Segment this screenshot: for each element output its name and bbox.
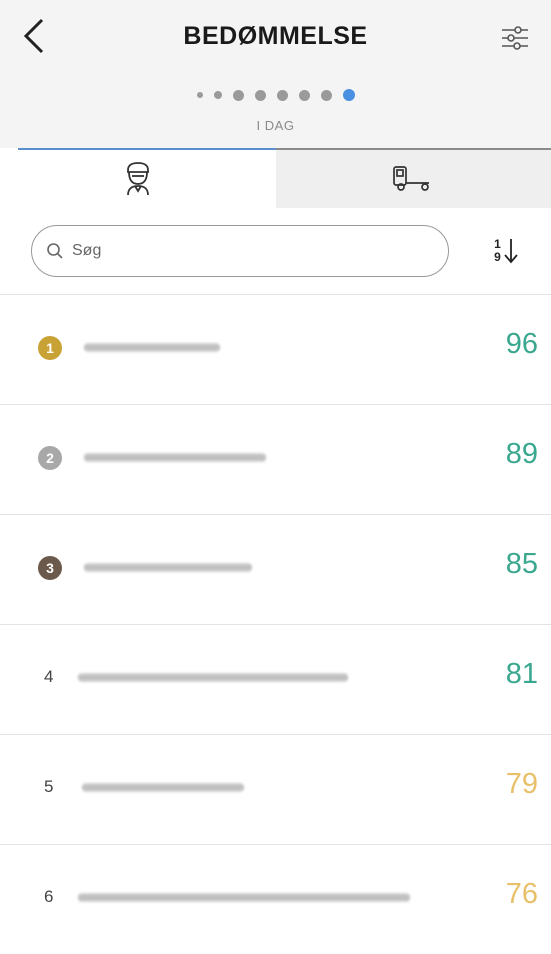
ranking-row[interactable]: 4 81 <box>0 624 551 734</box>
driver-name-redacted <box>84 453 266 462</box>
driver-score: 85 <box>506 548 538 581</box>
arrow-down-icon <box>503 237 519 265</box>
driver-score: 81 <box>506 658 538 691</box>
pager-dot[interactable] <box>197 92 203 98</box>
ranking-row[interactable]: 5 79 <box>0 734 551 844</box>
view-tabs <box>0 148 551 208</box>
rank-number: 4 <box>44 667 53 687</box>
pager-dot[interactable] <box>277 90 288 101</box>
period-label: I DAG <box>0 118 551 133</box>
driver-name-redacted <box>84 343 220 352</box>
rank-medal-badge: 3 <box>38 556 62 580</box>
driver-name-redacted <box>84 563 252 572</box>
ranking-row[interactable]: 3 85 <box>0 514 551 624</box>
ranking-row[interactable]: 6 76 <box>0 844 551 954</box>
pager-dot[interactable] <box>343 89 355 101</box>
pager-dot[interactable] <box>299 90 310 101</box>
rank-number: 5 <box>44 777 53 797</box>
rank-medal-badge: 1 <box>38 336 62 360</box>
pager-dot[interactable] <box>233 90 244 101</box>
sliders-icon <box>500 23 530 53</box>
tab-drivers[interactable] <box>0 148 276 208</box>
search-field[interactable] <box>31 225 449 277</box>
driver-score: 79 <box>506 768 538 801</box>
pager-dot[interactable] <box>255 90 266 101</box>
driver-name-redacted <box>78 673 348 682</box>
ranking-row[interactable]: 2 89 <box>0 404 551 514</box>
sort-bottom-value: 9 <box>494 251 501 264</box>
driver-score: 96 <box>506 328 538 361</box>
tab-vehicles[interactable] <box>276 148 551 208</box>
ranking-row[interactable]: 1 96 <box>0 294 551 404</box>
driver-score: 89 <box>506 438 538 471</box>
rank-medal-badge: 2 <box>38 446 62 470</box>
app-header: BEDØMMELSE I DAG <box>0 0 551 148</box>
pager-dot[interactable] <box>321 90 332 101</box>
search-input[interactable] <box>70 241 414 261</box>
driver-score: 76 <box>506 878 538 911</box>
search-bar-row: 1 9 <box>0 208 551 294</box>
period-pager-dots[interactable] <box>0 88 551 102</box>
driver-ranking-list: 1 96 2 89 3 85 4 81 5 79 6 76 <box>0 294 551 954</box>
driver-name-redacted <box>82 783 244 792</box>
truck-icon <box>391 163 435 193</box>
sort-order-label: 1 9 <box>494 238 501 264</box>
sort-button[interactable]: 1 9 <box>462 208 551 294</box>
search-icon <box>46 242 64 260</box>
filter-button[interactable] <box>497 20 533 56</box>
page-title: BEDØMMELSE <box>0 22 551 51</box>
driver-name-redacted <box>78 893 410 902</box>
driver-icon <box>121 160 155 196</box>
rank-number: 6 <box>44 887 53 907</box>
pager-dot[interactable] <box>214 91 222 99</box>
